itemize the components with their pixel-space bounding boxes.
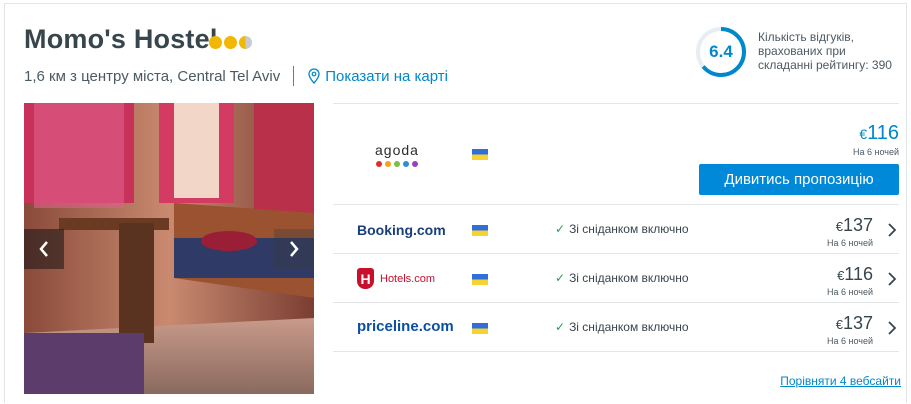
star-icon bbox=[224, 36, 237, 49]
agoda-dot bbox=[411, 161, 418, 167]
previous-photo-button[interactable] bbox=[24, 229, 64, 269]
agoda-dot bbox=[375, 161, 382, 167]
check-icon: ✓ bbox=[555, 320, 566, 334]
offer-row-booking[interactable]: Booking.com ✓ Зі сніданком включно €137 … bbox=[333, 205, 899, 254]
breakfast-label: Зі сніданком включно bbox=[569, 320, 689, 334]
agoda-dot bbox=[393, 161, 400, 167]
hotel-photo[interactable] bbox=[24, 103, 314, 394]
nights-label: На 6 ночей bbox=[826, 336, 873, 346]
star-rating bbox=[209, 36, 252, 49]
hotels-logo: H Hotels.com bbox=[357, 268, 435, 289]
star-icon bbox=[209, 36, 222, 49]
show-on-map-link[interactable]: Показати на карті bbox=[308, 68, 448, 85]
priceline-logo: priceline.com bbox=[357, 318, 454, 335]
half-star-icon bbox=[239, 36, 252, 49]
agoda-dots bbox=[375, 161, 419, 167]
agoda-dot bbox=[402, 161, 409, 167]
compare-websites-link[interactable]: Порівняти 4 вебсайти bbox=[780, 374, 901, 388]
priceline-logo-text: priceline.com bbox=[357, 318, 454, 335]
room-image bbox=[24, 103, 314, 394]
check-icon: ✓ bbox=[555, 222, 566, 236]
map-pin-icon bbox=[308, 68, 320, 84]
price-value: 116 bbox=[844, 264, 873, 284]
view-deal-button[interactable]: Дивитись пропозицію bbox=[699, 164, 899, 195]
chevron-right-icon bbox=[888, 223, 897, 237]
price-value: 137 bbox=[842, 313, 873, 333]
agoda-logo: agoda bbox=[375, 142, 419, 167]
reviews-count-text: Кількість відгуків, врахованих при склад… bbox=[758, 30, 892, 72]
hotel-name[interactable]: Momo's Hostel bbox=[24, 24, 218, 55]
offer-price: €137 bbox=[836, 215, 873, 236]
offer-row-priceline[interactable]: priceline.com ✓ Зі сніданком включно €13… bbox=[333, 303, 899, 352]
location-line: 1,6 км з центру міста, Central Tel Aviv … bbox=[24, 66, 448, 86]
nights-label: На 6 ночей bbox=[826, 238, 873, 248]
provider-name: agoda bbox=[375, 142, 419, 158]
agoda-dot bbox=[384, 161, 391, 167]
booking-logo: Booking.com bbox=[357, 222, 446, 238]
breakfast-label: Зі сніданком включно bbox=[569, 271, 689, 285]
nights-label: На 6 ночей bbox=[852, 147, 899, 157]
ukraine-flag-icon bbox=[472, 323, 488, 334]
top-offer[interactable]: agoda €116 На 6 ночей Дивитись пропозиці… bbox=[333, 103, 899, 205]
show-on-map-label: Показати на карті bbox=[325, 67, 448, 85]
chevron-right-icon bbox=[888, 321, 897, 335]
booking-logo-text: Booking.com bbox=[357, 222, 446, 238]
divider bbox=[293, 66, 295, 86]
nights-label: На 6 ночей bbox=[826, 287, 873, 297]
ukraine-flag-icon bbox=[472, 149, 488, 160]
breakfast-included: ✓ Зі сніданком включно bbox=[555, 320, 689, 334]
check-icon: ✓ bbox=[555, 271, 566, 285]
breakfast-label: Зі сніданком включно bbox=[569, 222, 689, 236]
currency-symbol: € bbox=[835, 219, 843, 234]
hotels-h-icon: H bbox=[357, 268, 374, 289]
offer-price: €137 bbox=[836, 313, 873, 334]
offer-price: €116 bbox=[837, 264, 873, 285]
offers-list: agoda €116 На 6 ночей Дивитись пропозиці… bbox=[333, 103, 899, 352]
price-value: 116 bbox=[867, 122, 899, 144]
chevron-right-icon bbox=[888, 272, 897, 286]
ukraine-flag-icon bbox=[472, 274, 488, 285]
currency-symbol: € bbox=[859, 126, 868, 142]
rating-badge[interactable]: 6.4 bbox=[695, 26, 747, 78]
next-photo-button[interactable] bbox=[274, 229, 314, 269]
offer-row-hotels[interactable]: H Hotels.com ✓ Зі сніданком включно €116… bbox=[333, 254, 899, 303]
chevron-left-icon bbox=[39, 241, 48, 257]
rating-score: 6.4 bbox=[709, 42, 733, 61]
breakfast-included: ✓ Зі сніданком включно bbox=[555, 222, 689, 236]
chevron-right-icon bbox=[290, 241, 299, 257]
price-value: 137 bbox=[842, 215, 873, 235]
ukraine-flag-icon bbox=[472, 225, 488, 236]
distance-text: 1,6 км з центру міста, Central Tel Aviv bbox=[24, 67, 281, 85]
breakfast-included: ✓ Зі сніданком включно bbox=[555, 271, 689, 285]
currency-symbol: € bbox=[835, 317, 843, 332]
hotels-logo-text: Hotels.com bbox=[380, 272, 436, 285]
top-offer-price: €116 bbox=[859, 122, 899, 145]
